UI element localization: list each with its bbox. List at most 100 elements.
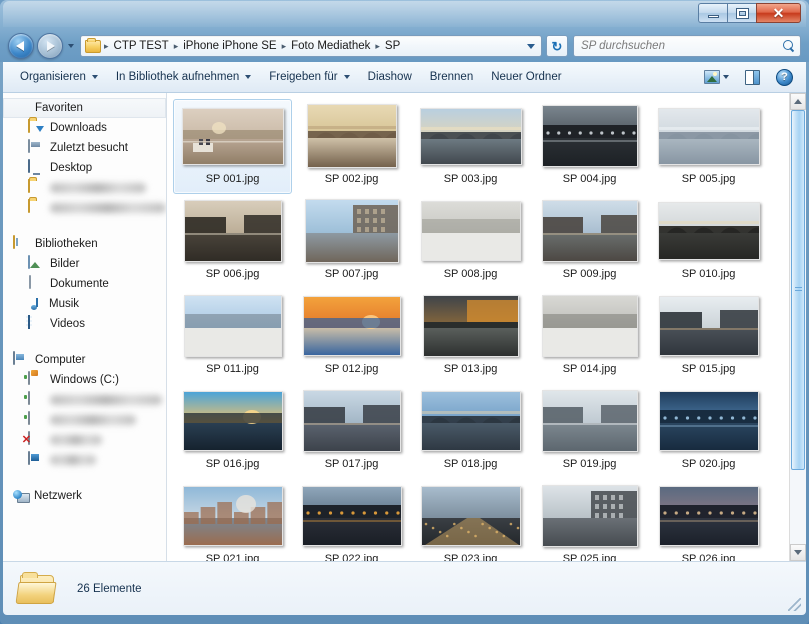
close-button[interactable]: ✕ [756,3,801,23]
file-thumbnail [420,108,522,165]
file-thumbnail-wrapper [182,104,284,168]
file-item[interactable]: SP 022.jpg [292,479,411,561]
toolbar-item-0[interactable]: Organisieren [11,66,107,88]
sidebar-item-zuletzt-besucht[interactable]: Zuletzt besucht [3,138,166,158]
toolbar-item-2[interactable]: Freigeben für [260,66,358,88]
sidebar-item-windows-c[interactable]: Windows (C:) [3,370,166,390]
recent-locations-button[interactable] [65,44,77,48]
file-item[interactable]: SP 005.jpg [649,99,768,194]
file-thumbnail [659,486,759,546]
search-icon [783,40,796,53]
videos-icon [28,316,44,332]
file-item[interactable]: SP 012.jpg [292,289,411,384]
file-item[interactable]: SP 008.jpg [411,194,530,289]
minimize-button[interactable] [698,3,727,23]
breadcrumb-item-0[interactable]: CTP TEST [110,38,173,54]
breadcrumb-item-3[interactable]: SP [381,38,404,54]
vertical-scrollbar[interactable] [789,93,806,561]
toolbar-item-3[interactable]: Diashow [359,66,421,88]
sidebar-item-musik[interactable]: Musik [3,294,166,314]
file-name-label: SP 008.jpg [444,267,498,281]
help-button[interactable]: ? [771,65,798,90]
file-thumbnail [303,296,401,356]
file-item[interactable]: SP 004.jpg [530,99,649,194]
file-item[interactable]: SP 003.jpg [411,99,530,194]
sidebar-group-gap [3,472,166,486]
portable-device-icon [28,452,44,468]
sidebar-item-desktop[interactable]: Desktop [3,158,166,178]
sidebar-item-videos[interactable]: Videos [3,314,166,334]
scrollbar-track[interactable] [790,110,806,544]
preview-pane-button[interactable] [740,66,765,89]
address-dropdown-button[interactable] [522,36,539,56]
sidebar-header-favoriten[interactable]: Favoriten [3,98,166,118]
breadcrumb-item-2[interactable]: Foto Mediathek [287,38,374,54]
file-item[interactable]: SP 013.jpg [411,289,530,384]
sidebar-item-redacted-2-3[interactable]: ✕ [3,430,166,450]
toolbar-item-1[interactable]: In Bibliothek aufnehmen [107,66,260,88]
breadcrumb-item-1[interactable]: iPhone iPhone SE [179,38,280,54]
file-item[interactable]: SP 023.jpg [411,479,530,561]
search-input[interactable]: SP durchsuchen [581,40,783,52]
sidebar-item-downloads[interactable]: Downloads [3,118,166,138]
file-thumbnail-wrapper [301,199,403,263]
file-item[interactable]: SP 009.jpg [530,194,649,289]
sidebar-item-dokumente[interactable]: Dokumente [3,274,166,294]
file-item[interactable]: SP 020.jpg [649,384,768,479]
sidebar-item-redacted-0-4[interactable] [3,198,166,218]
file-name-label: SP 020.jpg [682,457,736,471]
sidebar-item-redacted-2-4[interactable] [3,450,166,470]
file-item[interactable]: SP 011.jpg [173,289,292,384]
sidebar-header-netzwerk[interactable]: Netzwerk [3,486,166,506]
sidebar-item-label-redacted [50,395,162,405]
sidebar-item-redacted-2-1[interactable] [3,390,166,410]
file-item[interactable]: SP 019.jpg [530,384,649,479]
file-item[interactable]: SP 007.jpg [292,194,411,289]
toolbar-item-4[interactable]: Brennen [421,66,482,88]
chevron-down-icon [527,44,535,49]
file-name-label: SP 007.jpg [325,267,379,281]
file-thumbnail [184,295,282,357]
address-bar[interactable]: ▸CTP TEST▸iPhone iPhone SE▸Foto Mediathe… [80,35,542,57]
file-item[interactable]: SP 021.jpg [173,479,292,561]
library-icon [13,236,29,252]
file-item[interactable]: SP 002.jpg [292,99,411,194]
music-icon [28,297,43,311]
resize-grip[interactable] [788,598,801,611]
file-item[interactable]: SP 025.jpg [530,479,649,561]
toolbar-item-label: In Bibliothek aufnehmen [116,71,239,83]
file-item[interactable]: SP 015.jpg [649,289,768,384]
file-item[interactable]: SP 017.jpg [292,384,411,479]
file-name-label: SP 004.jpg [563,172,617,186]
file-thumbnail-wrapper [420,104,522,168]
toolbar-item-5[interactable]: Neuer Ordner [482,66,570,88]
file-name-label: SP 006.jpg [206,267,260,281]
sidebar-item-bilder[interactable]: Bilder [3,254,166,274]
view-options-button[interactable] [699,66,734,88]
scrollbar-thumb[interactable] [791,110,805,470]
file-thumbnail-wrapper [301,104,403,168]
sidebar-item-redacted-2-2[interactable] [3,410,166,430]
sidebar-header-bibliotheken[interactable]: Bibliotheken [3,234,166,254]
file-thumbnail [307,104,397,168]
file-item[interactable]: SP 026.jpg [649,479,768,561]
maximize-button[interactable] [727,3,756,23]
sidebar-item-redacted-0-3[interactable] [3,178,166,198]
file-item[interactable]: SP 010.jpg [649,194,768,289]
scroll-up-button[interactable] [790,93,806,110]
sidebar-item-label: Bibliotheken [35,238,98,250]
file-thumbnail [423,295,519,357]
file-item[interactable]: SP 006.jpg [173,194,292,289]
file-item[interactable]: SP 001.jpg [173,99,292,194]
refresh-button[interactable]: ↻ [546,35,568,57]
file-name-label: SP 003.jpg [444,172,498,186]
file-item[interactable]: SP 014.jpg [530,289,649,384]
file-thumbnail-wrapper [539,484,641,548]
sidebar-header-computer[interactable]: Computer [3,350,166,370]
file-item[interactable]: SP 016.jpg [173,384,292,479]
forward-button[interactable] [37,33,63,59]
file-item[interactable]: SP 018.jpg [411,384,530,479]
scroll-down-button[interactable] [790,544,806,561]
search-box[interactable]: SP durchsuchen [573,35,801,57]
back-button[interactable] [8,33,34,59]
